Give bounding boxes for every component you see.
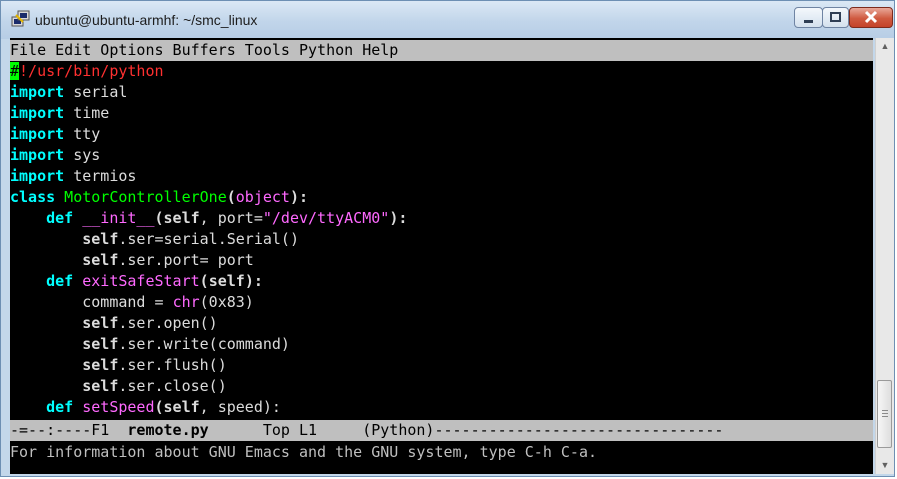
self-keyword: self: [208, 272, 245, 290]
builtin-name: chr: [172, 293, 200, 311]
emacs-mode-line: -=--:----F1 remote.py Top L1 (Python)---…: [10, 420, 873, 441]
code-line-12[interactable]: command = chr(0x83): [10, 292, 873, 313]
code-text: (: [199, 272, 209, 290]
self-keyword: self: [82, 230, 119, 248]
code-line-6[interactable]: import termios: [10, 166, 873, 187]
terminal-area[interactable]: File Edit Options Buffers Tools Python H…: [10, 38, 873, 474]
self-keyword: self: [82, 251, 119, 269]
string-literal: "/dev/ttyACM0": [262, 209, 390, 227]
minimize-button[interactable]: [794, 7, 823, 28]
code-text: (0x83): [199, 293, 254, 311]
scroll-down-arrow-icon[interactable]: ▼: [876, 457, 894, 474]
self-keyword: self: [163, 398, 200, 416]
text-cursor: #: [10, 62, 20, 80]
scroll-up-arrow-icon[interactable]: ▲: [876, 38, 894, 55]
putty-icon: [11, 10, 30, 27]
code-text: command =: [82, 293, 173, 311]
code-text: , port=: [199, 209, 263, 227]
code-text: time: [64, 104, 110, 122]
code-text: termios: [64, 167, 137, 185]
mode-line-position: Top L1 (Python): [208, 421, 435, 439]
code-text: .ser.open(): [118, 314, 218, 332]
code-line-3[interactable]: import time: [10, 103, 873, 124]
putty-window: ubuntu@ubuntu-armhf: ~/smc_linux File Ed…: [0, 0, 895, 477]
code-line-13[interactable]: self.ser.open(): [10, 313, 873, 334]
code-text: (: [154, 398, 164, 416]
code-line-11[interactable]: def exitSafeStart(self):: [10, 271, 873, 292]
code-line-1[interactable]: #!/usr/bin/python: [10, 61, 873, 82]
keyword: import: [10, 167, 65, 185]
code-text: , speed):: [199, 398, 281, 416]
class-name: MotorControllerOne: [55, 188, 227, 206]
code-text: (: [154, 209, 164, 227]
minimize-icon: [804, 20, 813, 23]
buffer-name: remote.py: [127, 421, 209, 439]
code-text: .ser.close(): [118, 377, 227, 395]
code-line-14[interactable]: self.ser.write(command): [10, 334, 873, 355]
code-text: tty: [64, 125, 101, 143]
code-text: .ser.port= port: [118, 251, 254, 269]
keyword: class: [10, 188, 56, 206]
keyword: def: [46, 398, 74, 416]
code-line-10[interactable]: self.ser.port= port: [10, 250, 873, 271]
builtin-name: object: [235, 188, 290, 206]
maximize-icon: [830, 12, 841, 22]
keyword: def: [46, 272, 74, 290]
keyword: def: [46, 209, 74, 227]
close-button[interactable]: [849, 7, 893, 28]
code-line-17[interactable]: def setSpeed(self, speed):: [10, 397, 873, 418]
code-line-5[interactable]: import sys: [10, 145, 873, 166]
code-line-15[interactable]: self.ser.flush(): [10, 355, 873, 376]
function-name: exitSafeStart: [73, 272, 200, 290]
code-text: .ser.flush(): [118, 356, 227, 374]
keyword: import: [10, 146, 65, 164]
scrollbar-thumb[interactable]: [877, 380, 892, 448]
code-text: (: [226, 188, 236, 206]
code-line-8[interactable]: def __init__(self, port="/dev/ttyACM0"):: [10, 208, 873, 229]
code-line-4[interactable]: import tty: [10, 124, 873, 145]
code-text: .ser=serial.Serial(): [118, 230, 299, 248]
function-name: __init__: [73, 209, 155, 227]
keyword: import: [10, 125, 65, 143]
code-line-16[interactable]: self.ser.close(): [10, 376, 873, 397]
code-line-9[interactable]: self.ser=serial.Serial(): [10, 229, 873, 250]
code-line-2[interactable]: import serial: [10, 82, 873, 103]
keyword: import: [10, 104, 65, 122]
code-text: serial: [64, 83, 128, 101]
close-icon: [864, 10, 878, 24]
echo-area: For information about GNU Emacs and the …: [10, 443, 597, 461]
code-text: ):: [389, 209, 408, 227]
self-keyword: self: [82, 314, 119, 332]
keyword: import: [10, 83, 65, 101]
maximize-button[interactable]: [822, 7, 849, 28]
code-text: ):: [289, 188, 309, 206]
code-text: ):: [244, 272, 263, 290]
title-bar[interactable]: ubuntu@ubuntu-armhf: ~/smc_linux: [1, 1, 894, 39]
self-keyword: self: [163, 209, 200, 227]
function-name: setSpeed: [73, 398, 155, 416]
self-keyword: self: [82, 356, 119, 374]
window-title: ubuntu@ubuntu-armhf: ~/smc_linux: [35, 12, 258, 28]
code-line-7[interactable]: class MotorControllerOne(object):: [10, 187, 873, 208]
code-text: sys: [64, 146, 101, 164]
vertical-scrollbar[interactable]: ▲ ▼: [875, 38, 894, 474]
emacs-menu-bar[interactable]: File Edit Options Buffers Tools Python H…: [10, 40, 873, 61]
shebang-text: !/usr/bin/python: [19, 62, 164, 80]
self-keyword: self: [82, 377, 119, 395]
mode-line-fill: --------------------------------: [434, 421, 724, 439]
mode-line-status: -=--:----F1: [10, 421, 128, 439]
self-keyword: self: [82, 335, 119, 353]
code-text: .ser.write(command): [118, 335, 290, 353]
